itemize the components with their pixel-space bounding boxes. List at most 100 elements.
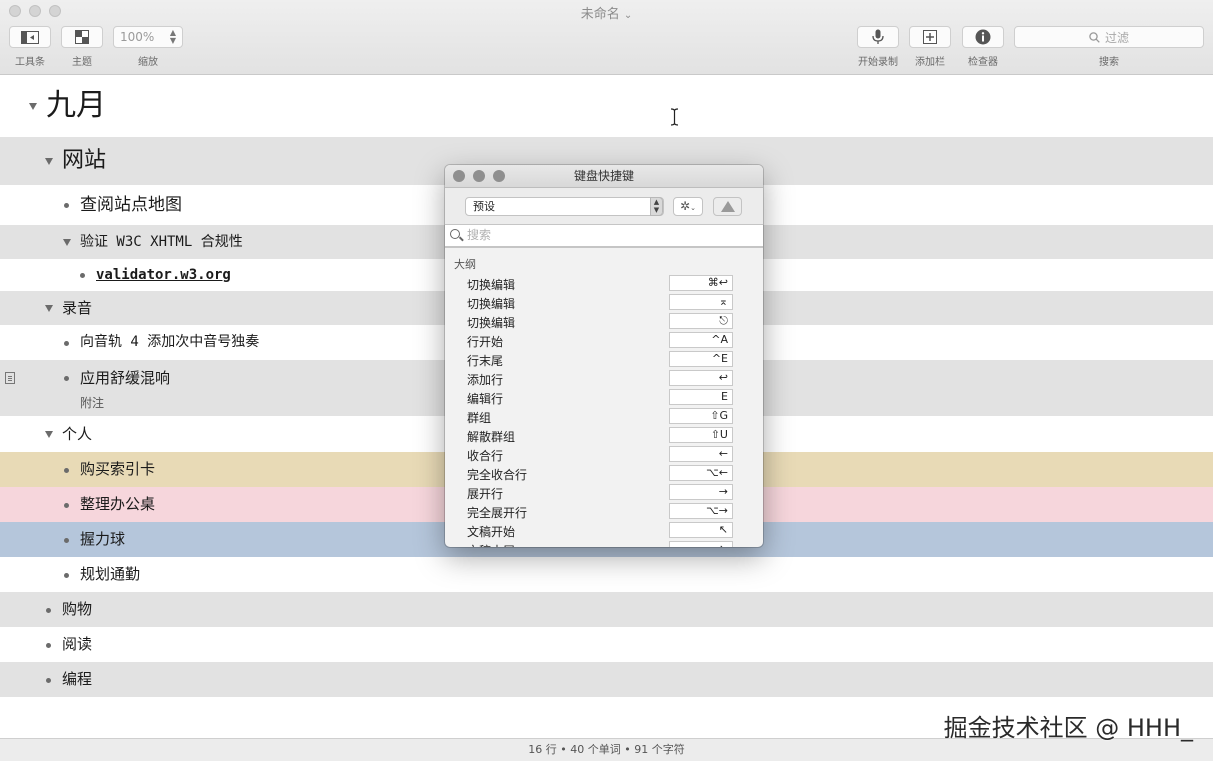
shortcut-row[interactable]: 文稿开始 ↖ (445, 521, 763, 540)
shortcut-key-field[interactable]: ⌘↩ (669, 275, 733, 291)
shortcut-key-field[interactable]: ⌥← (669, 465, 733, 481)
shortcut-key-field[interactable]: → (669, 484, 733, 500)
search-label: 搜索 (1099, 57, 1119, 68)
disclosure-triangle-icon[interactable] (45, 431, 53, 438)
shortcut-command-name: 解散群组 (467, 430, 516, 444)
shortcut-search-placeholder: 搜索 (467, 228, 492, 242)
shortcut-search-input[interactable]: 搜索 (445, 224, 763, 248)
gear-menu-button[interactable]: ✲⌄ (673, 197, 703, 216)
outline-row[interactable]: 阅读 (0, 627, 1213, 662)
shortcut-key-field[interactable]: ← (669, 446, 733, 462)
outline-row-text: 握力球 (80, 530, 126, 548)
shortcut-key-field[interactable]: ⇧U (669, 427, 733, 443)
bullet-icon[interactable] (64, 376, 69, 381)
bullet-icon[interactable] (46, 677, 51, 683)
zoom-label: 缩放 (138, 57, 158, 68)
shortcut-row[interactable]: 切换编辑 ⌘↩ (445, 274, 763, 293)
warning-button[interactable] (713, 197, 742, 216)
shortcut-command-name: 编辑行 (467, 392, 504, 406)
bullet-icon[interactable] (46, 642, 51, 648)
outline-row[interactable]: 规划通勤 (0, 557, 1213, 592)
shortcut-row[interactable]: 完全展开行 ⌥→ (445, 502, 763, 521)
zoom-value: 100% (120, 30, 155, 44)
panel-zoom-button[interactable] (493, 170, 505, 182)
bullet-icon[interactable] (46, 607, 51, 613)
shortcut-row[interactable]: 切换编辑 ⌅ (445, 293, 763, 312)
shortcut-row[interactable]: 行末尾 ^E (445, 350, 763, 369)
chevron-down-icon: ⌄ (623, 10, 633, 21)
chevron-down-icon: ⌄ (690, 204, 696, 212)
bullet-icon[interactable] (64, 537, 69, 543)
shortcut-row[interactable]: 群组 ⇧G (445, 407, 763, 426)
shortcut-key-field[interactable]: ^E (669, 351, 733, 367)
outline-row[interactable]: 购物 (0, 592, 1213, 627)
shortcut-row[interactable]: 收合行 ← (445, 445, 763, 464)
shortcut-key-field[interactable]: ⇧G (669, 408, 733, 424)
disclosure-triangle-icon[interactable] (45, 305, 53, 312)
outline-row-text: 购买索引卡 (80, 460, 156, 478)
start-recording-button[interactable] (857, 26, 899, 48)
search-icon (450, 229, 460, 239)
window-title[interactable]: 未命名 ⌄ (0, 3, 1213, 22)
select-arrows-icon: ▲ ▼ (650, 197, 663, 216)
shortcut-row[interactable]: 文稿末尾 ↘ (445, 540, 763, 547)
bullet-icon[interactable] (64, 572, 69, 578)
shortcut-key-field[interactable]: ⌅ (669, 294, 733, 310)
shortcut-command-name: 文稿末尾 (467, 542, 515, 547)
shortcut-command-name: 收合行 (467, 449, 504, 463)
bullet-icon[interactable] (64, 203, 69, 208)
toolbar-toggle-group: 工具条 (9, 26, 51, 68)
shortcut-command-name: 群组 (467, 411, 492, 425)
shortcut-list: 大纲 切换编辑 ⌘↩ 切换编辑 ⌅ 切换编辑 ⎋ 行开始 ^A 行末尾 ^E 添加行 ↩ 编辑行 E 群组 ⇧… (445, 248, 763, 547)
disclosure-triangle-icon[interactable] (45, 158, 53, 165)
add-column-button[interactable] (909, 26, 951, 48)
sidebar-toggle-icon (21, 30, 39, 44)
shortcut-section-heading: 大纲 (454, 258, 476, 271)
shortcut-row[interactable]: 切换编辑 ⎋ (445, 312, 763, 331)
outline-row-text: 验证 W3C XHTML 合规性 (80, 234, 243, 250)
shortcut-key-field[interactable]: ⎋ (669, 313, 733, 329)
row-note: 附注 (80, 396, 105, 410)
keyboard-shortcuts-panel: 键盘快捷键 预设 ▲ ▼ ✲⌄ 搜索 大纲 切换编辑 ⌘↩ 切换编辑 ⌅ 切换编辑 ⎋ 行开始… (445, 165, 763, 547)
shortcut-key-field[interactable]: ↘ (669, 541, 733, 547)
outline-row[interactable]: 编程 (0, 662, 1213, 697)
shortcut-key-field[interactable]: ↩ (669, 370, 733, 386)
shortcut-row[interactable]: 展开行 → (445, 483, 763, 502)
disclosure-triangle-icon[interactable] (29, 103, 37, 110)
panel-titlebar[interactable]: 键盘快捷键 (445, 165, 763, 188)
shortcut-key-field[interactable]: E (669, 389, 733, 405)
shortcut-key-field[interactable]: ^A (669, 332, 733, 348)
panel-close-button[interactable] (453, 170, 465, 182)
outline-row-text: 网站 (62, 148, 107, 173)
shortcut-key-field[interactable]: ↖ (669, 522, 733, 538)
shortcut-row[interactable]: 添加行 ↩ (445, 369, 763, 388)
theme-button[interactable] (61, 26, 103, 48)
stepper-arrows-icon[interactable]: ▲ ▼ (170, 29, 176, 45)
bullet-icon[interactable] (64, 502, 69, 508)
bullet-icon[interactable] (64, 467, 69, 473)
note-icon[interactable] (5, 372, 15, 384)
bullet-icon[interactable] (64, 340, 69, 346)
outline-row-text: 编程 (62, 670, 93, 688)
outline-row-text: 规划通勤 (80, 565, 141, 583)
outline-row-text: 查阅站点地图 (80, 195, 182, 215)
shortcut-row[interactable]: 编辑行 E (445, 388, 763, 407)
bullet-icon[interactable] (80, 273, 85, 278)
inspector-group: 检查器 (961, 26, 1005, 68)
toolbar-toggle-button[interactable] (9, 26, 51, 48)
zoom-stepper[interactable]: 100% ▲ ▼ (113, 26, 183, 48)
window-toolbar: 未命名 ⌄ 工具条 主题 100% ▲ ▼ 缩放 开始录制 添加栏 检查器 过滤… (0, 0, 1213, 75)
shortcut-row[interactable]: 解散群组 ⇧U (445, 426, 763, 445)
filter-search-placeholder: 过滤 (1104, 30, 1129, 45)
shortcut-row[interactable]: 行开始 ^A (445, 331, 763, 350)
outline-row[interactable]: 九月 (0, 75, 1213, 137)
filter-search-field[interactable]: 过滤 (1014, 26, 1204, 48)
outline-row-link[interactable]: validator.w3.org (96, 259, 231, 291)
panel-minimize-button[interactable] (473, 170, 485, 182)
shortcut-row[interactable]: 完全收合行 ⌥← (445, 464, 763, 483)
shortcut-key-field[interactable]: ⌥→ (669, 503, 733, 519)
preset-select[interactable]: 预设 ▲ ▼ (465, 197, 664, 216)
panel-controls: 预设 ▲ ▼ ✲⌄ (445, 188, 763, 224)
inspector-button[interactable] (962, 26, 1004, 48)
disclosure-triangle-icon[interactable] (63, 239, 71, 246)
